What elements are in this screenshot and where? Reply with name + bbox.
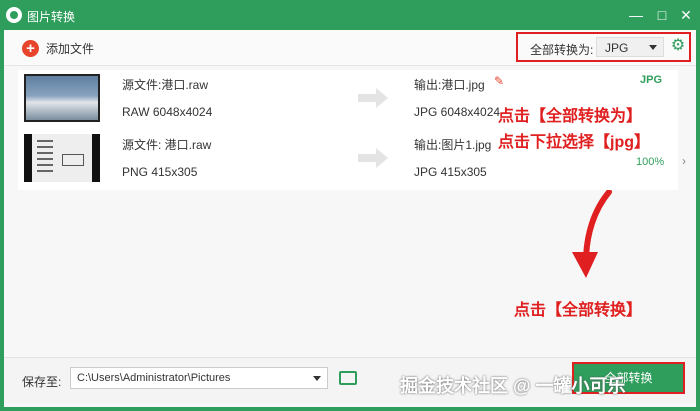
main-window: + 添加文件 全部转换为: JPG ⚙ 源文件:港口.raw RAW 6048x… bbox=[4, 30, 696, 407]
annotation-arrow-icon bbox=[572, 190, 612, 278]
arrow-right-icon bbox=[358, 148, 388, 168]
output-file-name: 输出:图片1.jpg bbox=[414, 138, 492, 152]
add-file-label: 添加文件 bbox=[46, 41, 95, 56]
title-bar: 图片转换 — □ ✕ bbox=[0, 0, 700, 30]
convert-all-label: 全部转换为: bbox=[530, 43, 594, 57]
convert-all-group: 全部转换为: JPG ⚙ bbox=[516, 32, 691, 62]
format-select[interactable]: JPG bbox=[596, 37, 664, 57]
chevron-down-icon bbox=[313, 376, 321, 381]
app-logo-icon bbox=[6, 7, 22, 23]
edit-icon[interactable]: ✎ bbox=[494, 74, 504, 88]
watermark-text: 掘金技术社区 @ 一罐小可乐 bbox=[400, 376, 626, 396]
annotation-text: 点击下拉选择【jpg】 bbox=[498, 134, 650, 151]
output-file-meta: JPG 6048x4024 bbox=[414, 105, 501, 119]
folder-icon[interactable] bbox=[339, 371, 357, 385]
source-file-name: 源文件:港口.raw bbox=[122, 78, 209, 92]
toolbar: + 添加文件 全部转换为: JPG ⚙ bbox=[4, 30, 696, 66]
annotation-text: 点击【全部转换】 bbox=[514, 302, 643, 319]
save-to-label: 保存至: bbox=[22, 375, 62, 389]
close-icon[interactable]: ✕ bbox=[676, 5, 696, 25]
source-file-name: 源文件: 港口.raw bbox=[122, 138, 212, 152]
output-format-badge: JPG bbox=[640, 74, 663, 86]
maximize-icon[interactable]: □ bbox=[652, 5, 672, 25]
save-path-value: C:\Users\Administrator\Pictures bbox=[77, 372, 231, 384]
remove-row-icon[interactable]: › bbox=[682, 154, 686, 168]
thumbnail-image bbox=[24, 134, 100, 182]
source-file-meta: RAW 6048x4024 bbox=[122, 105, 213, 119]
save-path-select[interactable]: C:\Users\Administrator\Pictures bbox=[70, 367, 328, 389]
add-file-button[interactable]: + 添加文件 bbox=[22, 38, 94, 58]
source-file-meta: PNG 415x305 bbox=[122, 165, 198, 179]
arrow-right-icon bbox=[358, 88, 388, 108]
progress-percent: 100% bbox=[636, 156, 665, 168]
chevron-down-icon bbox=[649, 45, 657, 50]
output-file-meta: JPG 415x305 bbox=[414, 165, 487, 179]
format-select-value: JPG bbox=[605, 41, 629, 55]
output-file-name: 输出:港口.jpg bbox=[414, 78, 485, 92]
plus-icon: + bbox=[22, 39, 39, 57]
minimize-icon[interactable]: — bbox=[626, 5, 646, 25]
thumbnail-image bbox=[24, 74, 100, 122]
annotation-text: 点击【全部转换为】 bbox=[498, 108, 643, 125]
gear-icon[interactable]: ⚙ bbox=[669, 37, 687, 55]
window-title: 图片转换 bbox=[27, 10, 76, 24]
